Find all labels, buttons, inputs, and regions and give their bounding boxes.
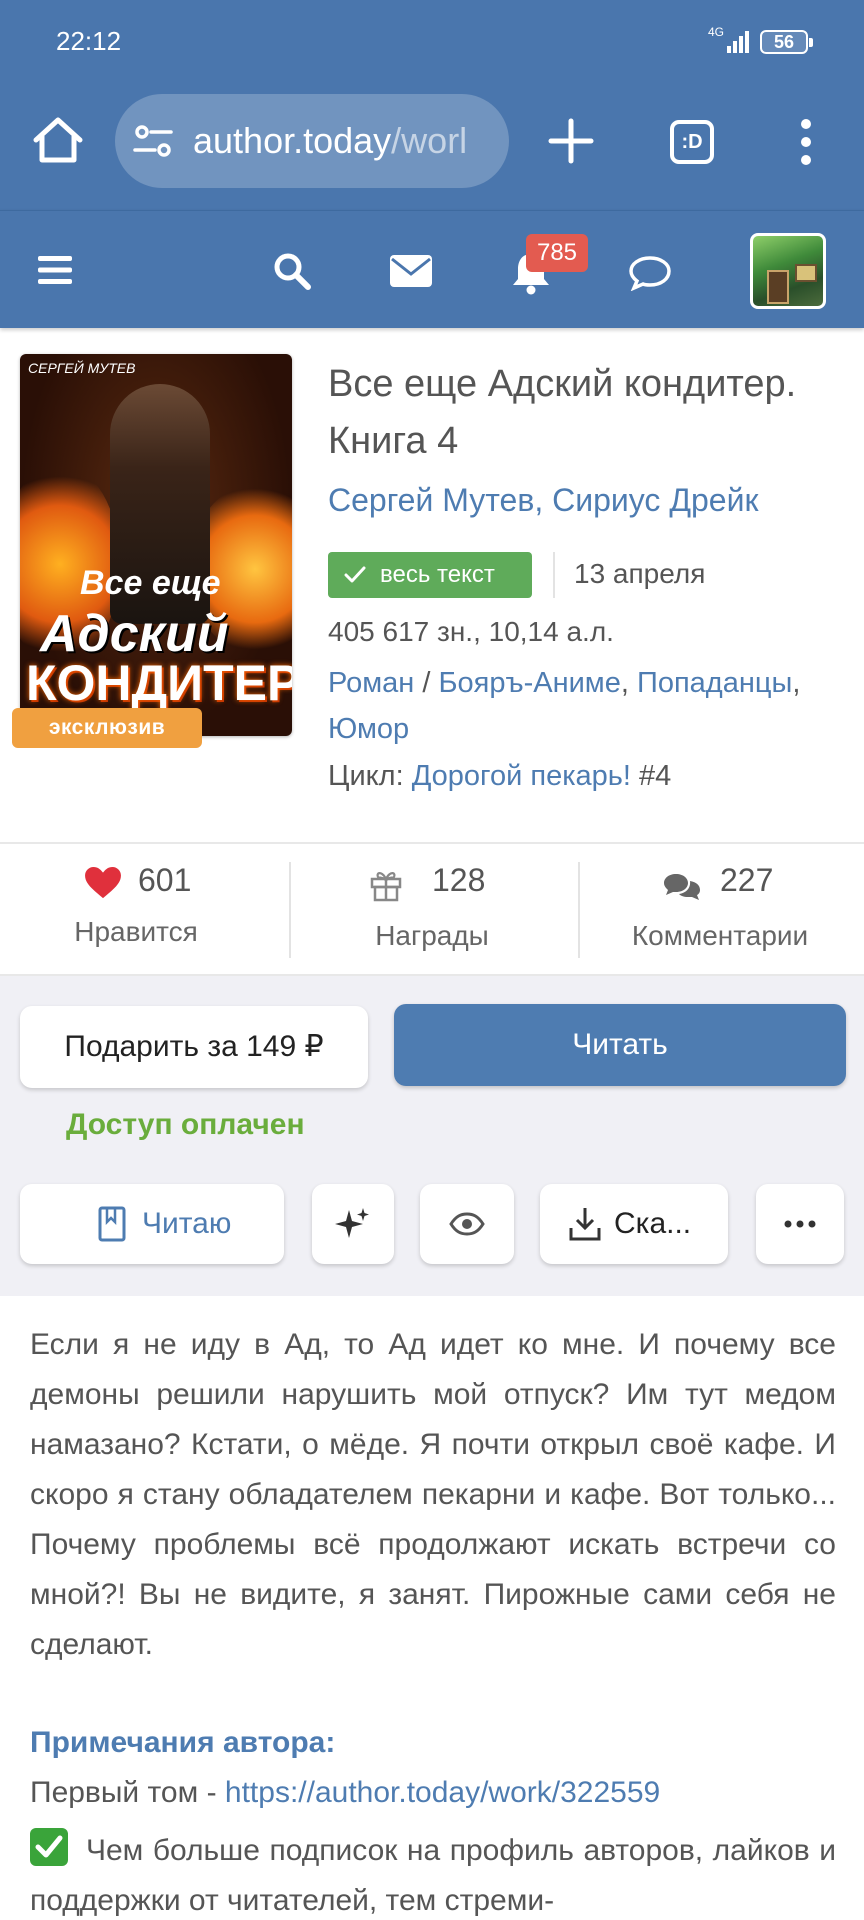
- likes-count: 601: [138, 862, 192, 898]
- genre-link[interactable]: Попаданцы: [637, 667, 792, 699]
- notifications-badge[interactable]: 785: [526, 234, 588, 272]
- genre-link[interactable]: Бояръ-Аниме: [438, 667, 620, 699]
- genre-link[interactable]: Юмор: [328, 713, 409, 745]
- site-header: 785: [0, 210, 864, 328]
- author-link-2[interactable]: Сириус Дрейк: [552, 482, 758, 518]
- hamburger-icon[interactable]: [38, 255, 72, 285]
- battery-icon: 56: [760, 30, 813, 54]
- first-volume-link[interactable]: https://author.today/work/322559: [225, 1776, 660, 1809]
- download-button[interactable]: Ска...: [540, 1184, 728, 1264]
- actions-panel: Подарить за 149 ₽ Читать Доступ оплачен …: [0, 976, 864, 1296]
- series-link[interactable]: Дорогой пекарь!: [412, 760, 631, 792]
- book-authors: Сергей Мутев, Сириус Дрейк: [328, 482, 758, 519]
- network-type: 4G: [708, 25, 725, 39]
- first-volume-line: Первый том - https://author.today/work/3…: [30, 1776, 660, 1810]
- cover-title-line-1: Все еще: [80, 564, 221, 602]
- genre-separator: /: [414, 667, 439, 699]
- plus-icon[interactable]: [548, 118, 594, 164]
- genres: Роман / Бояръ-Аниме, Попаданцы, Юмор: [328, 660, 848, 752]
- awards-count: 128: [432, 862, 486, 898]
- sparkle-icon: [335, 1208, 369, 1238]
- author-separator: ,: [534, 482, 553, 518]
- series-number: #4: [630, 760, 672, 792]
- signal-icon: [727, 31, 749, 53]
- stats-row: 601 Нравится 128 Награды 227 Комментарии: [0, 842, 864, 976]
- promo-text-content: Чем больше подписок на профиль авторов, …: [30, 1834, 836, 1917]
- cover-authors-art: СЕРГЕЙ МУТЕВ: [28, 360, 136, 376]
- status-badge-label: весь текст: [380, 561, 495, 588]
- download-icon: [569, 1208, 601, 1241]
- url-bar[interactable]: author.today/worl: [115, 94, 509, 188]
- book-annotation: Если я не иду в Ад, то Ад идет ко мне. И…: [30, 1328, 836, 1661]
- avatar[interactable]: [750, 233, 826, 309]
- status-time: 22:12: [56, 26, 122, 56]
- url-path: /worl: [391, 120, 468, 161]
- mail-icon[interactable]: [390, 255, 432, 287]
- book-size: 405 617 зн., 10,14 а.л.: [328, 616, 614, 647]
- author-notes-heading: Примечания автора:: [30, 1726, 336, 1759]
- likes-label: Нравится: [74, 916, 198, 947]
- eye-button[interactable]: [420, 1184, 514, 1264]
- access-paid-label: Доступ оплачен: [66, 1108, 305, 1141]
- comments-count: 227: [720, 862, 774, 898]
- more-button[interactable]: [756, 1184, 844, 1264]
- url-text[interactable]: author.today/worl: [193, 120, 467, 162]
- awards-stat[interactable]: 128 Награды: [288, 844, 576, 974]
- gift-button[interactable]: Подарить за 149 ₽: [20, 1006, 368, 1088]
- series-label: Цикл:: [328, 760, 412, 792]
- author-link-1[interactable]: Сергей Мутев: [328, 482, 534, 518]
- reading-label: Читаю: [142, 1207, 232, 1240]
- awards-label: Награды: [375, 920, 489, 951]
- check-icon: [30, 1828, 68, 1866]
- exclusive-badge: эксклюзив: [12, 708, 202, 748]
- comments-label: Комментарии: [631, 920, 809, 951]
- genre-separator: ,: [792, 667, 801, 699]
- tune-icon[interactable]: [133, 124, 173, 158]
- book-cover[interactable]: СЕРГЕЙ МУТЕВ Все еще Адский КОНДИТЕР: [20, 354, 292, 736]
- tabs-icon[interactable]: :D: [670, 120, 714, 164]
- chat-icon[interactable]: [628, 255, 672, 291]
- comments-icon: [664, 874, 700, 900]
- cover-title-line-3: КОНДИТЕР: [26, 655, 292, 711]
- status-bar: 22:12 4G 56: [0, 0, 864, 84]
- read-button[interactable]: Читать: [394, 1004, 846, 1086]
- publish-date: 13 апреля: [574, 558, 706, 589]
- gift-icon: [370, 872, 402, 902]
- home-icon[interactable]: [30, 112, 86, 168]
- first-volume-label: Первый том -: [30, 1776, 225, 1809]
- sparkle-button[interactable]: [312, 1184, 394, 1264]
- series-info: Цикл: Дорогой пекарь! #4: [328, 760, 671, 793]
- browser-chrome: 22:12 4G 56 author.today/worl :D: [0, 0, 864, 210]
- likes-stat[interactable]: 601 Нравится: [0, 844, 288, 974]
- bookmark-icon: [98, 1206, 126, 1242]
- search-icon[interactable]: [272, 251, 312, 291]
- check-icon: [344, 566, 366, 583]
- more-icon: [784, 1220, 816, 1228]
- genre-link[interactable]: Роман: [328, 667, 414, 699]
- divider: [553, 552, 555, 598]
- status-badge: весь текст: [328, 552, 532, 598]
- reading-button[interactable]: Читаю: [20, 1184, 284, 1264]
- url-host: author.today: [193, 120, 392, 161]
- promo-text: Чем больше подписок на профиль авторов, …: [30, 1826, 836, 1920]
- menu-dots-icon[interactable]: [796, 118, 816, 166]
- book-title: Все еще Адский кондитер. Книга 4: [328, 363, 797, 462]
- genre-separator: ,: [620, 667, 637, 699]
- heart-icon: [85, 866, 121, 899]
- eye-icon: [449, 1212, 485, 1236]
- download-label: Ска...: [614, 1207, 692, 1240]
- comments-stat[interactable]: 227 Комментарии: [576, 844, 864, 974]
